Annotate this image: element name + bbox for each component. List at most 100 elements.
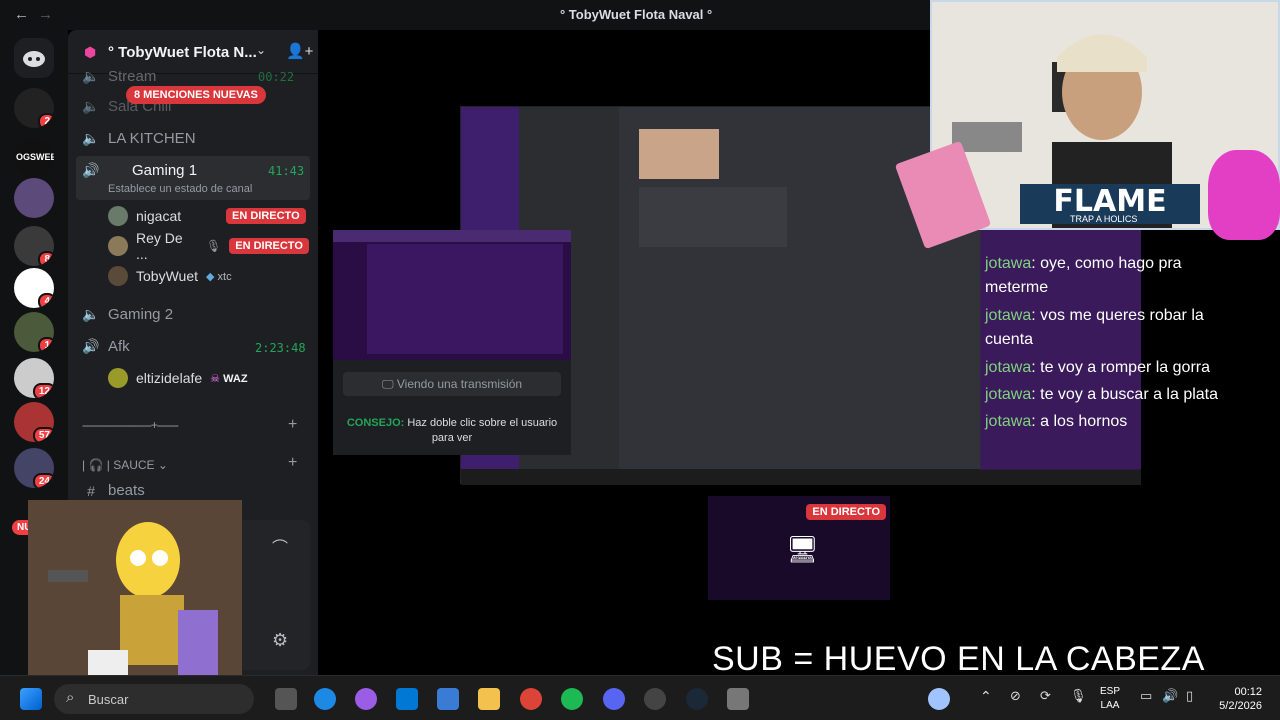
windows-start-icon[interactable] <box>20 688 42 710</box>
screen-share-icon: 🖵 <box>381 377 394 391</box>
speaker-icon: 🔈 <box>82 130 100 146</box>
category-divider: -----------------------+------- <box>82 418 179 432</box>
back-arrow-icon[interactable]: ← <box>14 6 29 23</box>
invite-people-icon[interactable]: 👤+ <box>286 42 313 60</box>
stream-tile-small[interactable]: EN DIRECTO 🖥 <box>708 496 890 600</box>
voice-channel-gaming-1[interactable]: 🔊 Gaming 1 41:43 Establece un estado de … <box>76 156 310 200</box>
chat-message: jotawa: te voy a buscar a la plata <box>985 386 1219 403</box>
speaker-active-icon: 🔊 <box>82 162 100 178</box>
volume-icon[interactable]: 🔊 <box>1162 688 1178 704</box>
spotify-icon[interactable] <box>561 688 583 710</box>
search-icon: ⌕ <box>66 689 75 706</box>
microphone-icon[interactable]: 🎙 <box>1070 688 1087 704</box>
speaker-icon: 🔈 <box>82 98 100 114</box>
chat-message: jotawa: te voy a romper la gorra <box>985 359 1210 376</box>
voice-user[interactable]: Rey De ... 🎙 EN DIRECTO <box>108 230 309 262</box>
new-mentions-badge[interactable]: 8 MENCIONES NUEVAS <box>126 86 266 104</box>
discord-taskbar-icon[interactable] <box>603 688 625 710</box>
clock[interactable]: 00:12 5/2/2026 <box>1212 685 1262 713</box>
battery-icon[interactable]: ▯ <box>1186 688 1193 704</box>
network-off-icon[interactable]: ⊘ <box>1010 688 1021 704</box>
viewing-button[interactable]: 🖵 Viendo una transmisión <box>343 372 561 396</box>
discord-home-icon[interactable] <box>14 38 54 78</box>
settings-icon[interactable] <box>727 688 749 710</box>
monitor-icon: 🖥 <box>786 534 820 564</box>
user-tag: ☠ WAZ <box>210 372 248 385</box>
voice-user[interactable]: nigacat EN DIRECTO <box>108 203 306 229</box>
server-icon[interactable]: 8 <box>14 226 54 266</box>
edge-icon[interactable] <box>314 688 336 710</box>
speaker-active-icon: 🔊 <box>82 338 100 354</box>
wifi-icon[interactable]: ▭ <box>1140 688 1152 704</box>
category-sauce[interactable]: | 🎧 | SAUCE ⌄ <box>82 458 168 472</box>
avatar <box>108 368 128 388</box>
server-icon[interactable]: 4 <box>14 268 54 308</box>
gem-icon: ◆ <box>206 270 215 283</box>
voice-user[interactable]: eltizidelafe ☠ WAZ <box>108 365 248 391</box>
sync-icon[interactable]: ⟳ <box>1040 688 1051 704</box>
forward-arrow-icon[interactable]: → <box>38 6 53 23</box>
avatar <box>108 266 128 286</box>
tip-text: CONSEJO: Haz doble clic sobre el usuario… <box>346 417 558 444</box>
speaker-icon: 🔈 <box>82 68 100 84</box>
add-channel-icon[interactable]: + <box>288 416 297 434</box>
buddha-sticker <box>1208 150 1280 240</box>
server-icon[interactable]: 12 <box>14 358 54 398</box>
channel-timer: 41:43 <box>268 164 305 178</box>
hash-icon: # <box>87 482 95 499</box>
folder-icon[interactable] <box>478 688 500 710</box>
task-view-icon[interactable] <box>275 688 297 710</box>
voice-channel-la-kitchen[interactable]: 🔈 LA KITCHEN <box>82 130 195 147</box>
avatar <box>108 236 128 256</box>
voice-channel-stream[interactable]: 🔈 Stream <box>82 68 156 85</box>
search-box[interactable]: ⌕ Buscar <box>54 684 254 714</box>
channel-status[interactable]: Establece un estado de canal <box>108 183 252 195</box>
weather-icon[interactable] <box>928 688 950 710</box>
shared-message <box>639 187 787 247</box>
text-channel-beats[interactable]: # beats <box>82 482 145 499</box>
live-badge: EN DIRECTO <box>229 238 309 254</box>
server-icon[interactable]: OGSWEET <box>14 138 54 178</box>
obs-icon[interactable] <box>644 688 666 710</box>
shared-image <box>639 129 719 179</box>
add-channel-icon[interactable]: + <box>288 454 297 472</box>
chat-message: jotawa: oye, como hago pra meterme <box>985 255 1182 296</box>
language-indicator[interactable]: ESP LAA <box>1100 685 1120 713</box>
outlook-icon[interactable] <box>437 688 459 710</box>
server-icon[interactable]: 1 <box>14 312 54 352</box>
shared-taskbar <box>461 469 1141 485</box>
user-tag: ◆ xtc <box>206 270 232 283</box>
gear-icon[interactable]: ⚙ <box>272 630 288 651</box>
window-title: ° TobyWuet Flota Naval ° <box>560 7 713 22</box>
copilot-icon[interactable] <box>355 688 377 710</box>
stream-caption: SUB = HUEVO EN LA CABEZA <box>712 640 1205 678</box>
steam-icon[interactable] <box>686 688 708 710</box>
chrome-icon[interactable] <box>520 688 542 710</box>
channel-timer: 2:23:48 <box>255 341 306 355</box>
disconnect-icon[interactable]: ⌒ <box>272 534 288 558</box>
avatar <box>108 206 128 226</box>
live-badge: EN DIRECTO <box>806 504 886 520</box>
store-icon[interactable] <box>396 688 418 710</box>
live-badge: EN DIRECTO <box>226 208 306 224</box>
channel-timer: 00:22 <box>258 70 295 84</box>
server-icon[interactable]: 2 <box>14 88 54 128</box>
chevron-down-icon[interactable]: ⌄ <box>256 43 266 57</box>
stream-tile-fl[interactable] <box>333 230 571 360</box>
server-icon[interactable]: 57 <box>14 402 54 442</box>
voice-channel-afk[interactable]: 🔊 Afk <box>82 338 129 355</box>
meme-image <box>28 500 242 690</box>
server-boost-icon: ⬢ <box>84 44 97 60</box>
flame-logo: FLAME TRAP A HOLICS <box>1020 184 1200 224</box>
chat-message: jotawa: vos me queres robar la cuenta <box>985 307 1204 348</box>
voice-channel-gaming-2[interactable]: 🔈 Gaming 2 <box>82 306 173 323</box>
server-icon[interactable] <box>14 178 54 218</box>
taskbar: ⌕ Buscar ⌃ ⊘ ⟳ 🎙 ESP LAA ▭ 🔊 ▯ 00:12 5/2/2… <box>0 675 1280 720</box>
chevron-up-icon[interactable]: ⌃ <box>980 688 992 705</box>
voice-user[interactable]: TobyWuet ◆ xtc <box>108 263 232 289</box>
mic-muted-icon: 🎙 <box>206 239 222 253</box>
skull-icon: ☠ <box>210 372 221 385</box>
server-icon[interactable]: 24 <box>14 448 54 488</box>
chat-message: jotawa: a los hornos <box>985 413 1128 430</box>
speaker-icon: 🔈 <box>82 306 100 322</box>
